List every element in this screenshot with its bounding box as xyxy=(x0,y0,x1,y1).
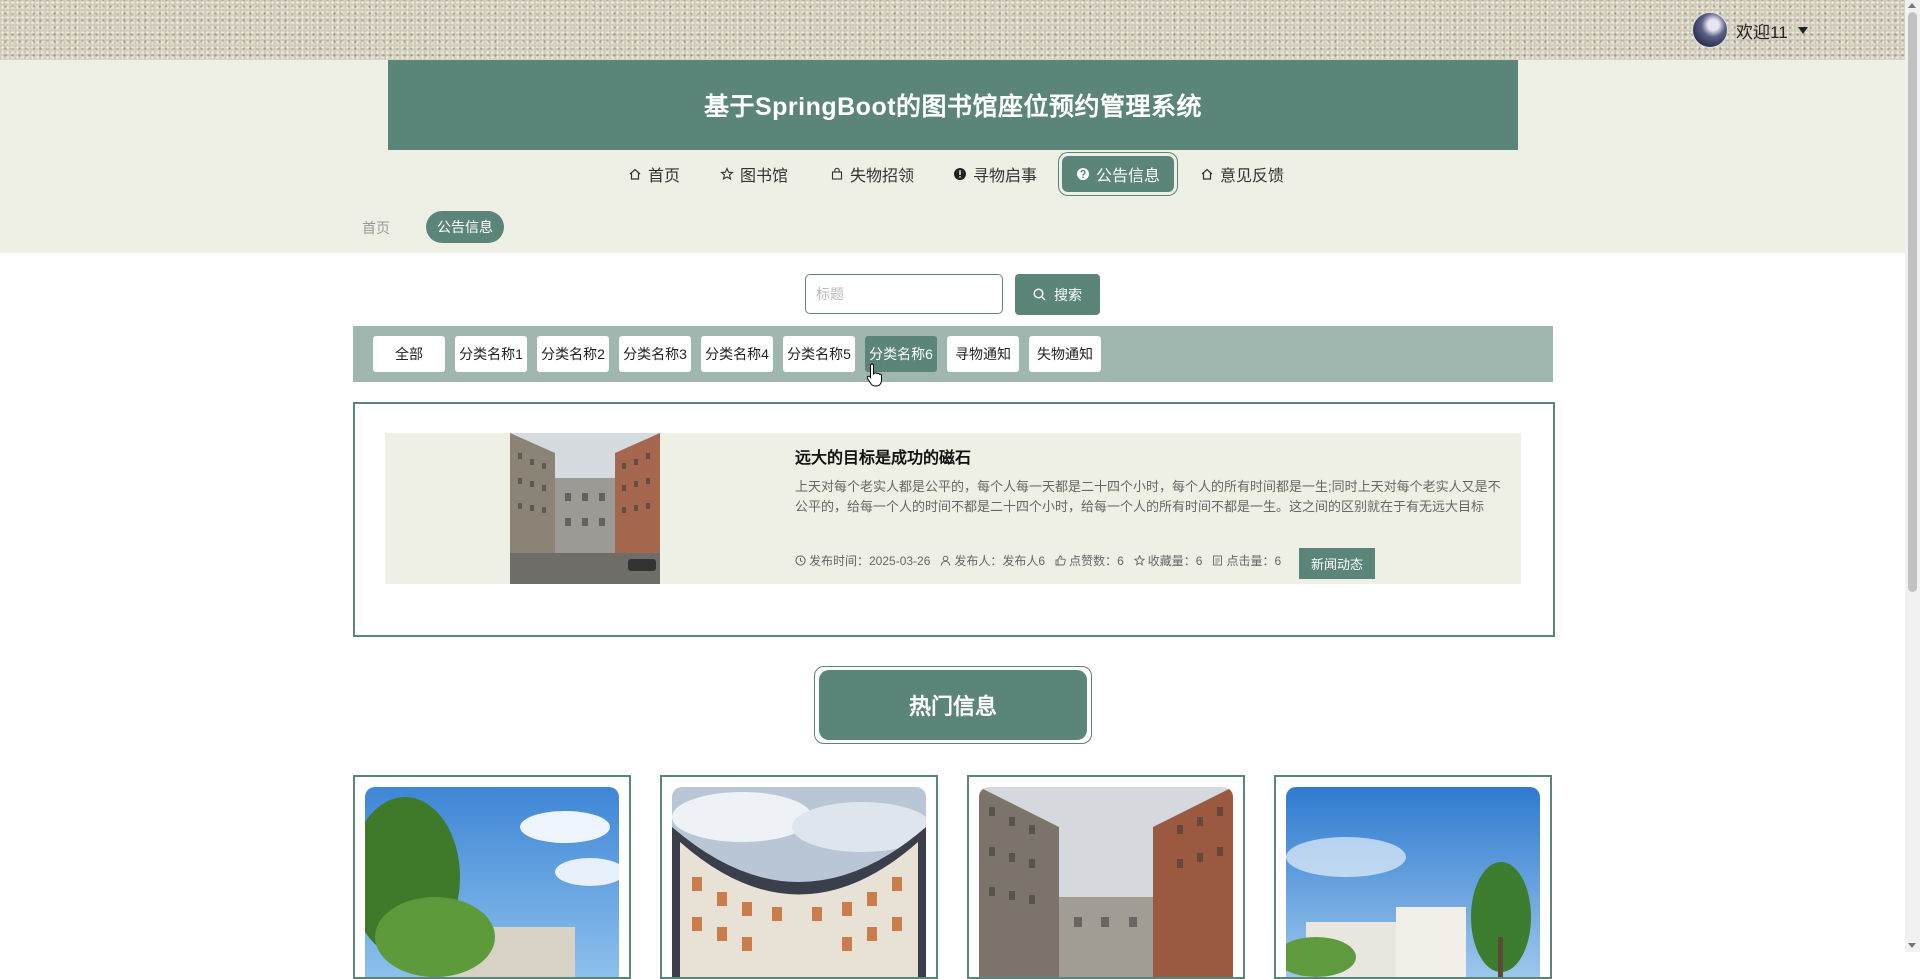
like-count-text: 点赞数：6 xyxy=(1069,554,1124,568)
home-icon xyxy=(1201,168,1213,180)
publish-time: 发布时间：2025-03-26 xyxy=(795,552,930,569)
category-bar: 全部 分类名称1 分类名称2 分类名称3 分类名称4 分类名称5 分类名称6 寻… xyxy=(353,326,1553,382)
news-meta: 发布时间：2025-03-26 发布人：发布人6 点赞数：6 收藏量：6 点击量… xyxy=(795,552,1281,569)
hot-card-image[interactable] xyxy=(365,787,619,977)
hot-section-title: 热门信息 xyxy=(819,670,1087,740)
nav-label: 首页 xyxy=(648,168,681,185)
hot-card[interactable] xyxy=(660,775,938,979)
search-icon xyxy=(1033,288,1046,301)
category-item[interactable]: 分类名称3 xyxy=(619,336,691,372)
category-item[interactable]: 失物通知 xyxy=(1029,336,1101,372)
document-icon xyxy=(1213,555,1223,566)
avatar[interactable] xyxy=(1692,12,1728,48)
nav-label: 公告信息 xyxy=(1096,168,1161,185)
search-button[interactable]: 搜索 xyxy=(1015,274,1100,315)
scroll-down-icon[interactable] xyxy=(1908,943,1916,948)
category-item[interactable]: 分类名称4 xyxy=(701,336,773,372)
nav-label: 图书馆 xyxy=(740,168,789,185)
nav-announcement[interactable]: 公告信息 xyxy=(1062,156,1175,192)
search-button-label: 搜索 xyxy=(1054,286,1082,303)
hot-card-image[interactable] xyxy=(1286,787,1540,977)
category-item[interactable]: 分类名称5 xyxy=(783,336,855,372)
hot-card[interactable] xyxy=(353,775,631,979)
click-count: 点击量：6 xyxy=(1212,552,1281,569)
nav-feedback[interactable]: 意见反馈 xyxy=(1200,153,1284,195)
nav-lost-found[interactable]: 失物招领 xyxy=(830,153,914,195)
like-count: 点赞数：6 xyxy=(1055,552,1124,569)
nav-library[interactable]: 图书馆 xyxy=(720,153,788,195)
hot-card-image[interactable] xyxy=(979,787,1233,977)
publisher-text: 发布人：发布人6 xyxy=(954,554,1046,568)
click-count-text: 点击量：6 xyxy=(1226,554,1282,568)
mouse-cursor-icon xyxy=(866,363,882,387)
category-item[interactable]: 寻物通知 xyxy=(947,336,1019,372)
news-title[interactable]: 远大的目标是成功的磁石 xyxy=(795,444,971,468)
alert-icon xyxy=(954,168,966,180)
star-icon xyxy=(720,167,734,181)
main-nav: 首页 图书馆 失物招领 寻物启事 公告信息 意见反馈 xyxy=(0,153,1905,195)
scroll-up-icon[interactable] xyxy=(1908,3,1916,8)
scrollbar-thumb[interactable] xyxy=(1908,12,1917,592)
question-icon xyxy=(1077,168,1089,180)
news-image[interactable] xyxy=(510,433,660,584)
hot-card-image[interactable] xyxy=(672,787,926,977)
user-icon xyxy=(941,555,951,566)
category-item[interactable]: 分类名称2 xyxy=(537,336,609,372)
site-title: 基于SpringBoot的图书馆座位预约管理系统 xyxy=(388,60,1518,150)
nav-lost-notice[interactable]: 寻物启事 xyxy=(953,153,1037,195)
category-all[interactable]: 全部 xyxy=(373,336,445,372)
bag-icon xyxy=(831,167,843,180)
hot-card[interactable] xyxy=(967,775,1245,979)
user-menu[interactable]: 欢迎11 xyxy=(1692,12,1808,48)
caret-down-icon[interactable] xyxy=(1797,26,1808,34)
favorite-count-text: 收藏量：6 xyxy=(1147,554,1203,568)
breadcrumb-home[interactable]: 首页 xyxy=(362,218,390,238)
category-item[interactable]: 分类名称1 xyxy=(455,336,527,372)
favorite-count: 收藏量：6 xyxy=(1133,552,1203,569)
hot-card[interactable] xyxy=(1274,775,1552,979)
nav-label: 意见反馈 xyxy=(1220,168,1285,185)
top-bar: 欢迎11 xyxy=(0,0,1905,60)
publisher: 发布人：发布人6 xyxy=(940,552,1045,569)
home-icon xyxy=(629,168,641,180)
clock-icon xyxy=(795,555,806,566)
nav-home[interactable]: 首页 xyxy=(628,153,680,195)
user-greeting[interactable]: 欢迎11 xyxy=(1736,18,1788,43)
thumbs-up-icon xyxy=(1055,555,1066,566)
nav-label: 失物招领 xyxy=(850,168,915,185)
search-input[interactable] xyxy=(805,274,1003,314)
star-icon xyxy=(1133,555,1145,566)
news-category-tag[interactable]: 新闻动态 xyxy=(1299,548,1375,579)
vertical-scrollbar[interactable] xyxy=(1905,0,1920,952)
news-description: 上天对每个老实人都是公平的，每个人每一天都是二十四个小时，每个人的所有时间都是一… xyxy=(795,479,1501,514)
nav-label: 寻物启事 xyxy=(973,168,1038,185)
breadcrumb-current: 公告信息 xyxy=(426,211,504,243)
publish-time-text: 发布时间：2025-03-26 xyxy=(809,554,931,568)
